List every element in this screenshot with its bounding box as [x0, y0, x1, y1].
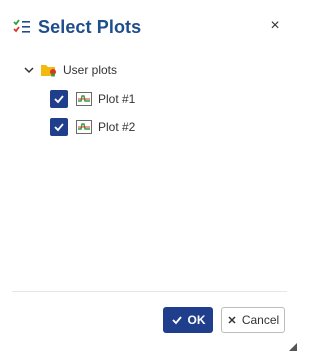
plot-2-checkbox[interactable] [50, 118, 68, 136]
tree-root-user-plots[interactable]: User plots [22, 58, 135, 82]
dialog-footer: OK Cancel [163, 307, 285, 333]
cancel-button-label: Cancel [241, 313, 280, 327]
tree-children: Plot #1 Plot #2 [50, 85, 135, 141]
plot-1-checkbox[interactable] [50, 90, 68, 108]
plot-tree: User plots Plot #1 Plot #2 [22, 58, 135, 141]
resize-grip-icon[interactable] [289, 338, 297, 351]
dialog-title: Select Plots [38, 16, 142, 37]
chevron-down-icon[interactable] [22, 63, 36, 77]
plot-2-label: Plot #2 [98, 120, 136, 134]
plot-icon [76, 120, 92, 134]
user-folder-icon [40, 62, 58, 78]
checklist-icon [12, 17, 32, 37]
plot-1-label: Plot #1 [98, 92, 136, 106]
checkmark-icon [54, 123, 64, 132]
ok-button[interactable]: OK [163, 307, 213, 333]
footer-divider [12, 291, 287, 292]
checkmark-icon [54, 95, 64, 104]
tree-item-plot-2[interactable]: Plot #2 [50, 113, 135, 141]
check-icon [171, 314, 183, 326]
tree-root-label: User plots [63, 63, 118, 77]
tree-item-plot-1[interactable]: Plot #1 [50, 85, 135, 113]
ok-button-label: OK [187, 313, 206, 327]
dialog-header: Select Plots × [12, 13, 287, 41]
close-icon [227, 315, 237, 325]
cancel-button[interactable]: Cancel [221, 307, 285, 333]
close-button[interactable]: × [265, 16, 285, 36]
plot-icon [76, 92, 92, 106]
close-icon: × [270, 17, 280, 34]
select-plots-dialog: Select Plots × User plots Plot #1 Plot #… [0, 0, 299, 351]
